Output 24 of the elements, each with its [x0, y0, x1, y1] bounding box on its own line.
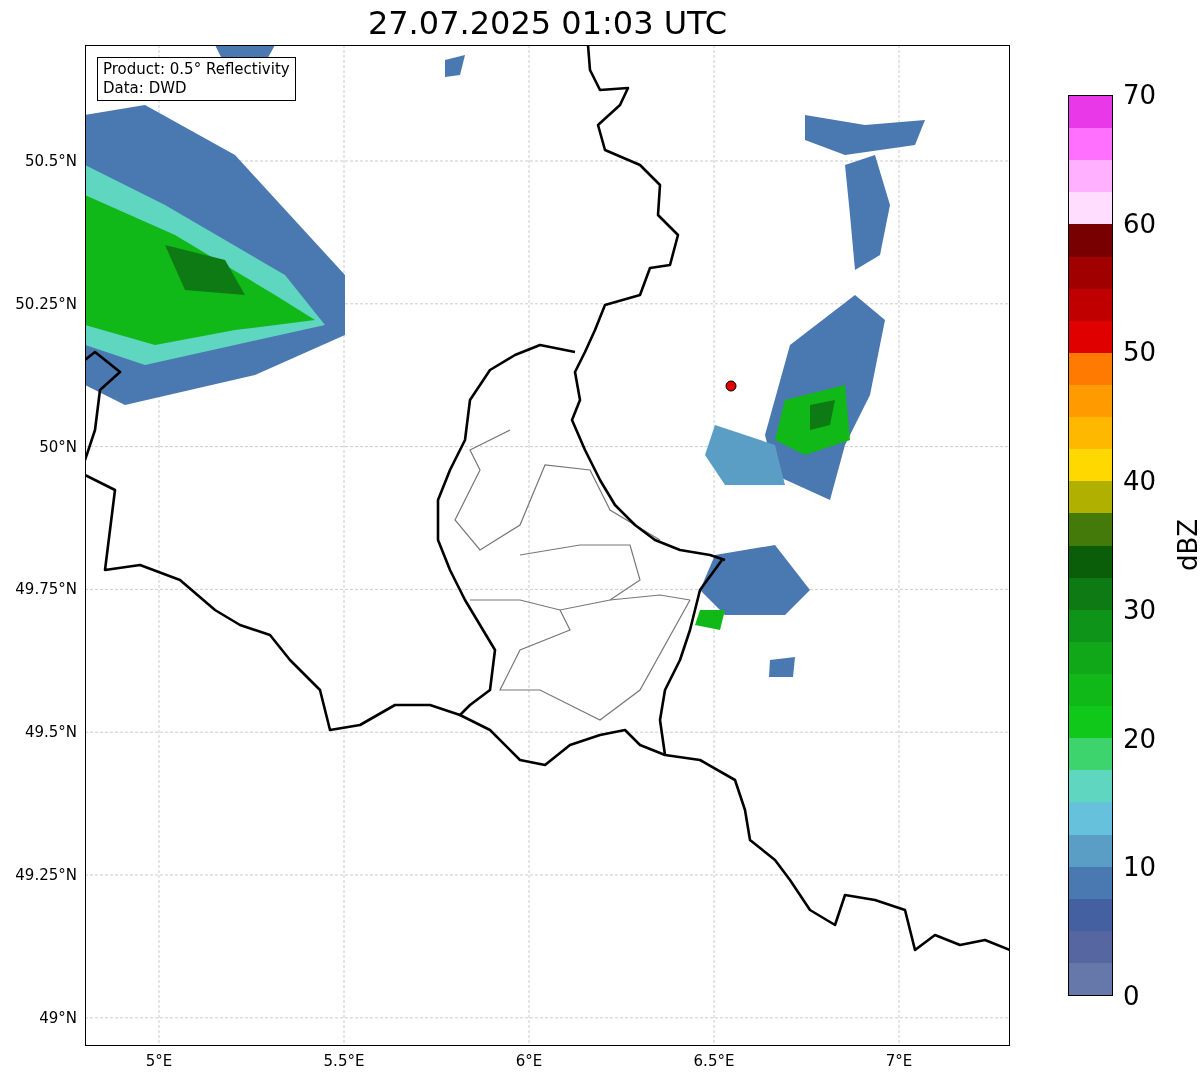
scale-label: 50 — [1123, 336, 1157, 369]
scale-label: 20 — [1123, 722, 1157, 755]
axis-label: 50.25°N — [15, 294, 77, 313]
axis-label: 5.5°E — [322, 1052, 366, 1070]
axis-label: 49°N — [39, 1008, 77, 1027]
scale-label: 30 — [1123, 593, 1157, 626]
axis-label: 50.5°N — [24, 152, 77, 170]
legend-text: Product: 0.5° Reflectivity — [103, 60, 290, 79]
scale-title: dBZ — [1173, 518, 1202, 572]
scale-label: 40 — [1123, 465, 1157, 498]
axis-label: 49.25°N — [15, 866, 77, 884]
axis-label: 49.5°N — [24, 723, 77, 742]
legend-text: Data: DWD — [103, 79, 188, 98]
scale-label: 10 — [1123, 851, 1157, 884]
axis-label: 6.5°E — [692, 1052, 736, 1070]
chart-title: 27.07.2025 01:03 UTC — [366, 4, 729, 42]
axis-label: 49.75°N — [15, 580, 77, 599]
axis-label: 50°N — [39, 437, 77, 456]
scale-label: 60 — [1123, 207, 1157, 240]
scale-label: 0 — [1123, 980, 1140, 1012]
axis-label: 5°E — [144, 1052, 174, 1070]
axis-label: 7°E — [884, 1052, 914, 1070]
axis-label: 6°E — [514, 1052, 544, 1070]
scale-label: 70 — [1123, 79, 1157, 111]
